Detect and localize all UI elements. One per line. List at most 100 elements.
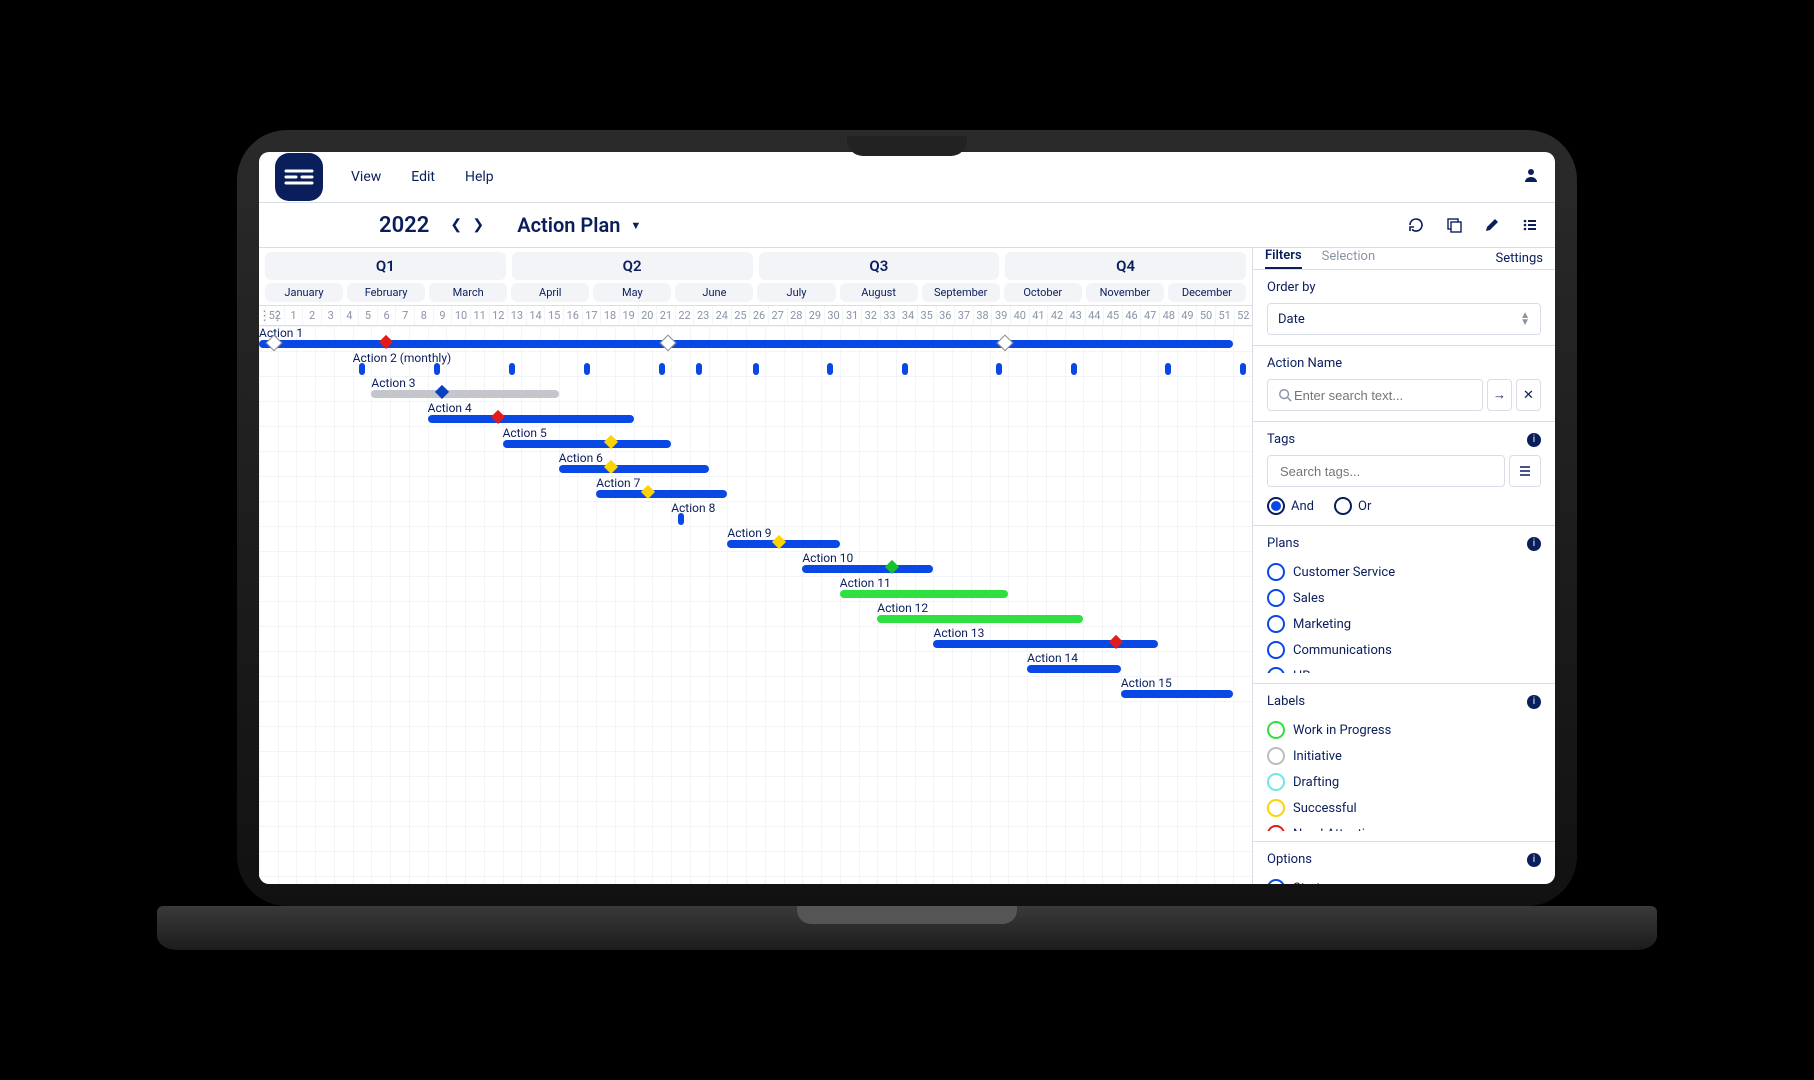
recurring-marker[interactable] bbox=[696, 363, 702, 375]
week-cell[interactable]: 16 bbox=[563, 306, 582, 325]
gantt-row[interactable]: Action 1 bbox=[259, 326, 1252, 351]
week-cell[interactable]: 30 bbox=[824, 306, 843, 325]
year-prev-button[interactable]: ❮ bbox=[445, 217, 467, 233]
month-cell[interactable]: February bbox=[347, 283, 425, 302]
week-cell[interactable]: 13 bbox=[507, 306, 526, 325]
filter-option[interactable]: Initiative bbox=[1267, 743, 1537, 769]
tags-input[interactable] bbox=[1278, 463, 1494, 480]
week-cell[interactable]: 5 bbox=[358, 306, 377, 325]
gantt-row[interactable]: Action 5 bbox=[259, 426, 1252, 451]
week-cell[interactable]: 2 bbox=[302, 306, 321, 325]
milestone-diamond[interactable] bbox=[997, 334, 1014, 351]
week-cell[interactable]: 19 bbox=[619, 306, 638, 325]
filter-option[interactable]: Need Attention bbox=[1267, 821, 1537, 831]
week-cell[interactable]: 21 bbox=[656, 306, 675, 325]
recurring-marker[interactable] bbox=[359, 363, 365, 375]
week-cell[interactable]: 38 bbox=[973, 306, 992, 325]
month-cell[interactable]: May bbox=[593, 283, 671, 302]
recurring-marker[interactable] bbox=[1165, 363, 1171, 375]
plan-dropdown[interactable]: Action Plan ▼ bbox=[517, 213, 641, 237]
week-cell[interactable]: 48 bbox=[1159, 306, 1178, 325]
week-cell[interactable]: 27 bbox=[768, 306, 787, 325]
week-cell[interactable]: 15 bbox=[544, 306, 563, 325]
recurring-marker[interactable] bbox=[659, 363, 665, 375]
gantt-row[interactable]: Action 10 bbox=[259, 551, 1252, 576]
week-cell[interactable]: 34 bbox=[898, 306, 917, 325]
week-cell[interactable]: 52 bbox=[1234, 306, 1253, 325]
tags-and-radio[interactable]: And bbox=[1267, 497, 1314, 515]
filter-option[interactable]: Marketing bbox=[1267, 611, 1537, 637]
month-cell[interactable]: September bbox=[922, 283, 1000, 302]
quarter-cell[interactable]: Q4 bbox=[1005, 252, 1246, 280]
gantt-body[interactable]: Action 1Action 2 (monthly)Action 3Action… bbox=[259, 326, 1252, 884]
gantt-bar[interactable] bbox=[933, 640, 1158, 648]
week-cell[interactable]: 6 bbox=[377, 306, 396, 325]
week-cell[interactable]: 17 bbox=[582, 306, 601, 325]
week-cell[interactable]: 29 bbox=[805, 306, 824, 325]
week-cell[interactable]: 18 bbox=[600, 306, 619, 325]
recurring-marker[interactable] bbox=[902, 363, 908, 375]
gantt-row[interactable]: Action 14 bbox=[259, 651, 1252, 676]
edit-pencil-icon[interactable] bbox=[1483, 216, 1501, 234]
month-cell[interactable]: August bbox=[840, 283, 918, 302]
week-cell[interactable]: 23 bbox=[693, 306, 712, 325]
week-cell[interactable]: 47 bbox=[1140, 306, 1159, 325]
tags-list-button[interactable] bbox=[1509, 455, 1541, 487]
week-cell[interactable]: 3 bbox=[321, 306, 340, 325]
month-cell[interactable]: April bbox=[511, 283, 589, 302]
filter-option[interactable]: Strategy bbox=[1267, 875, 1537, 884]
filter-option[interactable]: Customer Service bbox=[1267, 559, 1537, 585]
week-cell[interactable]: 11 bbox=[470, 306, 489, 325]
recurring-marker[interactable] bbox=[753, 363, 759, 375]
tags-or-radio[interactable]: Or bbox=[1334, 497, 1371, 515]
menu-view[interactable]: View bbox=[351, 169, 381, 185]
list-icon[interactable] bbox=[1521, 216, 1539, 234]
filter-option[interactable]: HR bbox=[1267, 663, 1537, 673]
tab-selection[interactable]: Selection bbox=[1322, 249, 1375, 268]
week-cell[interactable]: 20 bbox=[638, 306, 657, 325]
week-cell[interactable]: 31 bbox=[842, 306, 861, 325]
filter-option[interactable]: Successful bbox=[1267, 795, 1537, 821]
search-clear-button[interactable]: ✕ bbox=[1516, 379, 1541, 411]
week-cell[interactable]: 1 bbox=[284, 306, 303, 325]
week-cell[interactable]: 7 bbox=[395, 306, 414, 325]
week-cell[interactable]: 44 bbox=[1085, 306, 1104, 325]
milestone-diamond[interactable] bbox=[659, 334, 676, 351]
week-cell[interactable]: 40 bbox=[1010, 306, 1029, 325]
week-cell[interactable]: 51 bbox=[1215, 306, 1234, 325]
filter-option[interactable]: Sales bbox=[1267, 585, 1537, 611]
refresh-icon[interactable] bbox=[1407, 216, 1425, 234]
week-cell[interactable]: 9 bbox=[433, 306, 452, 325]
week-cell[interactable]: 43 bbox=[1066, 306, 1085, 325]
week-cell[interactable]: 8 bbox=[414, 306, 433, 325]
week-cell[interactable]: 33 bbox=[880, 306, 899, 325]
week-cell[interactable]: 28 bbox=[787, 306, 806, 325]
month-cell[interactable]: July bbox=[757, 283, 835, 302]
drag-handle-icon[interactable]: ⋮⋮ bbox=[259, 309, 284, 324]
week-cell[interactable]: 32 bbox=[861, 306, 880, 325]
gantt-bar[interactable] bbox=[877, 615, 1083, 623]
info-icon[interactable]: i bbox=[1527, 695, 1541, 709]
gantt-bar[interactable] bbox=[503, 440, 672, 448]
week-cell[interactable]: 49 bbox=[1178, 306, 1197, 325]
week-cell[interactable]: 25 bbox=[731, 306, 750, 325]
quarter-cell[interactable]: Q3 bbox=[759, 252, 1000, 280]
gantt-row[interactable]: Action 7 bbox=[259, 476, 1252, 501]
gantt-row[interactable]: Action 9 bbox=[259, 526, 1252, 551]
info-icon[interactable]: i bbox=[1527, 853, 1541, 867]
week-cell[interactable]: 12 bbox=[489, 306, 508, 325]
month-cell[interactable]: January bbox=[265, 283, 343, 302]
gantt-chart[interactable]: Q1Q2Q3Q4 JanuaryFebruaryMarchAprilMayJun… bbox=[259, 248, 1252, 884]
recurring-marker[interactable] bbox=[827, 363, 833, 375]
recurring-marker[interactable] bbox=[434, 363, 440, 375]
gantt-bar[interactable] bbox=[596, 490, 727, 498]
gantt-row[interactable]: Action 15 bbox=[259, 676, 1252, 701]
quarter-cell[interactable]: Q2 bbox=[512, 252, 753, 280]
gantt-row[interactable]: Action 11 bbox=[259, 576, 1252, 601]
gantt-bar[interactable] bbox=[259, 340, 1233, 348]
gantt-bar[interactable] bbox=[559, 465, 709, 473]
month-cell[interactable]: October bbox=[1004, 283, 1082, 302]
gantt-bar[interactable] bbox=[1121, 690, 1233, 698]
info-icon[interactable]: i bbox=[1527, 537, 1541, 551]
info-icon[interactable]: i bbox=[1527, 433, 1541, 447]
